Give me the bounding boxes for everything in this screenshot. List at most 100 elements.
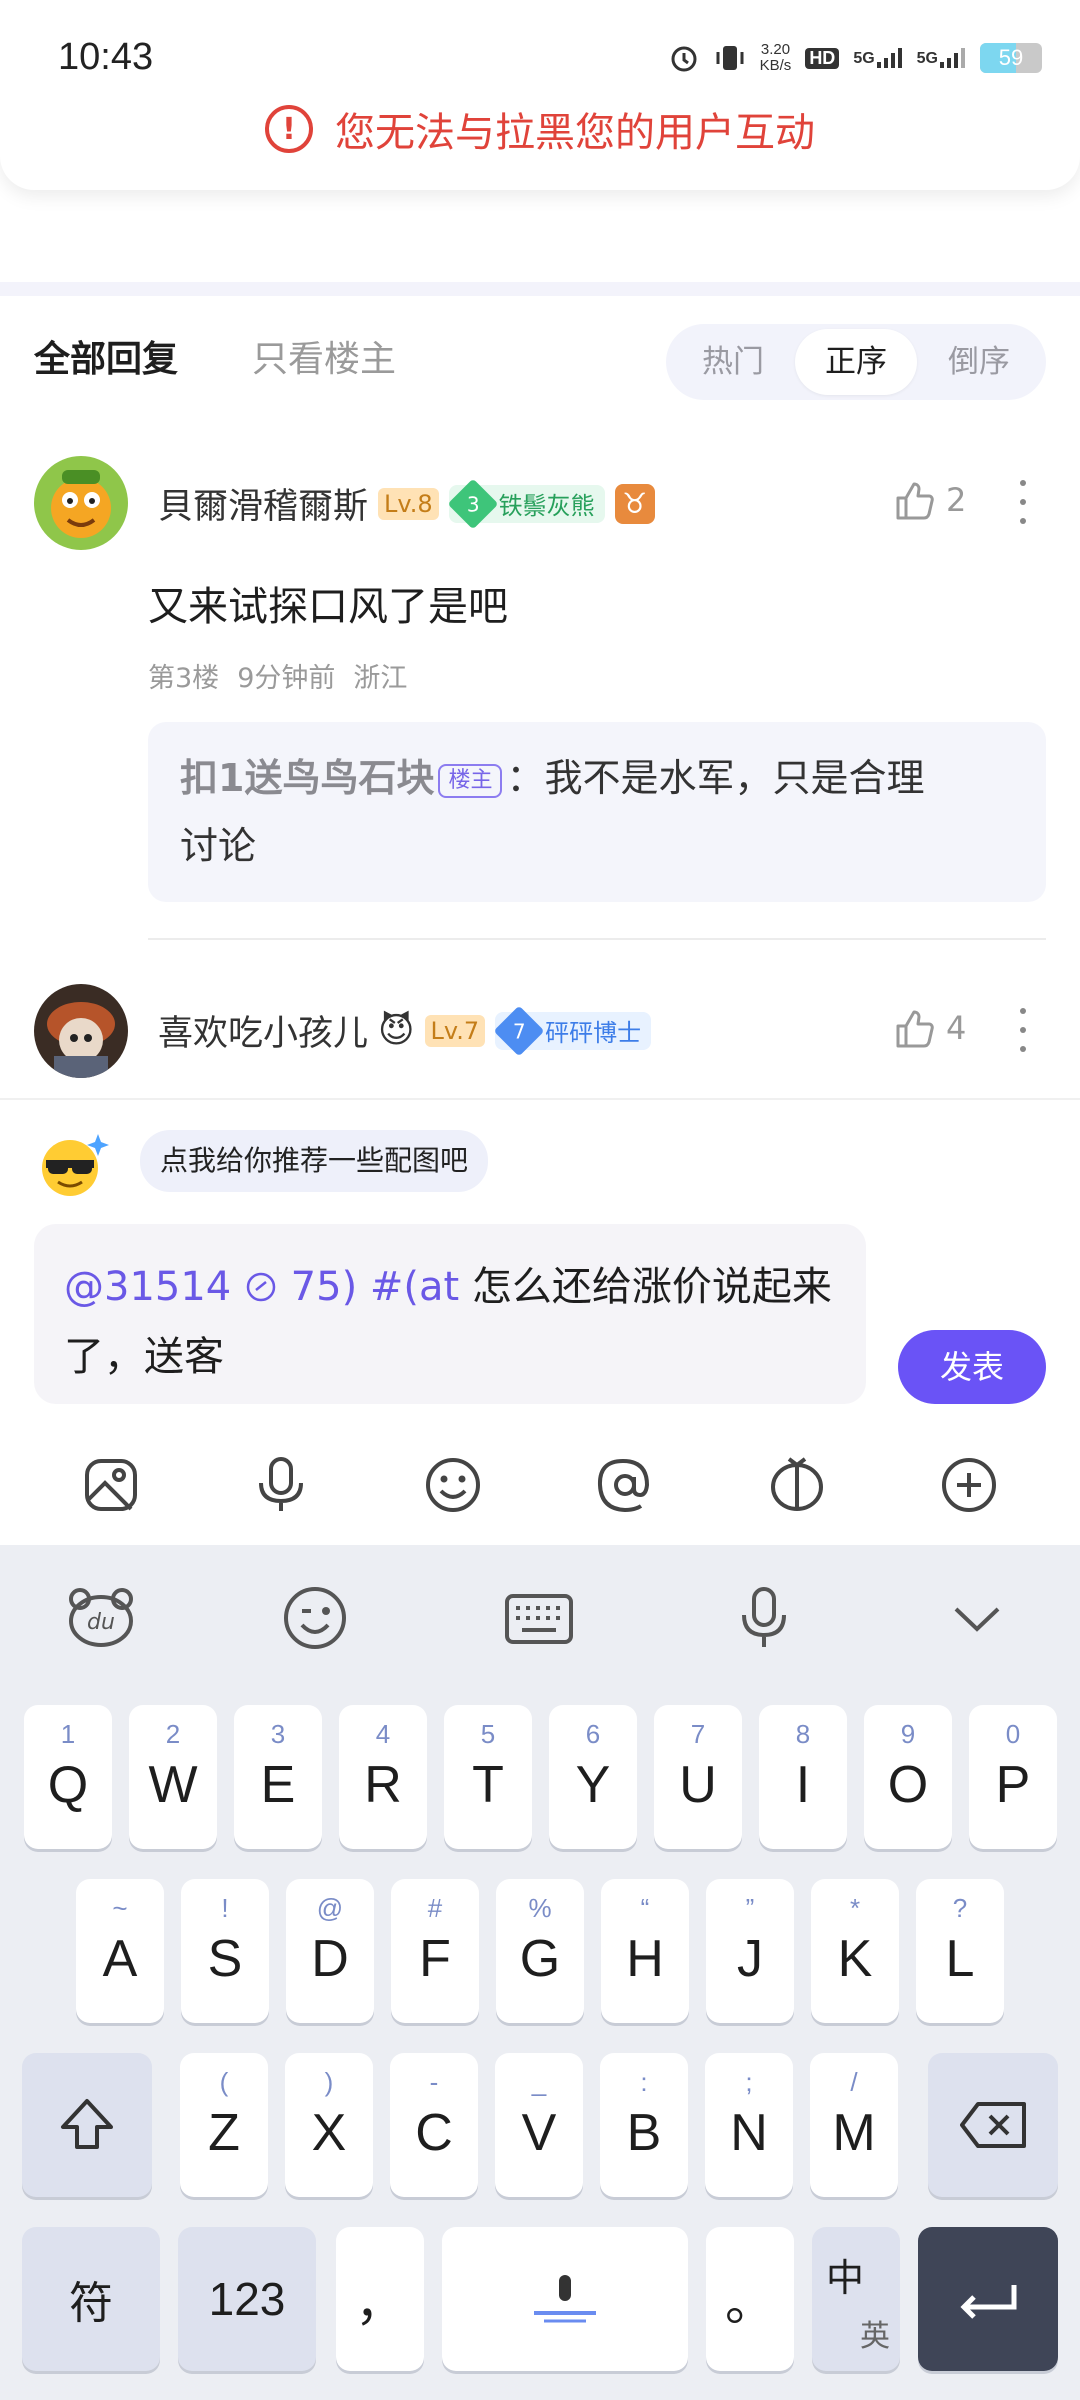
- suggest-bubble[interactable]: 点我给你推荐一些配图吧: [140, 1130, 489, 1192]
- soft-keyboard: du 1Q2W3E4R5T6Y7U8I9O0P ~ A! S @ D # F% G “H” J * K…: [0, 1545, 1080, 2400]
- key-a[interactable]: ~ A: [76, 1879, 164, 2023]
- number-key[interactable]: 123: [178, 2227, 316, 2371]
- key-m[interactable]: / M: [810, 2053, 898, 2197]
- sort-descending[interactable]: 倒序: [918, 329, 1040, 395]
- wink-emoji-icon[interactable]: [282, 1585, 348, 1655]
- fan-medal: 3 铁鬃灰熊: [447, 478, 605, 529]
- key-hint: ): [324, 2067, 334, 2097]
- key-label: G: [519, 1930, 561, 1988]
- key-r[interactable]: 4R: [339, 1705, 427, 1849]
- key-label: W: [148, 1756, 198, 1814]
- send-button[interactable]: 发表: [898, 1330, 1046, 1404]
- key-hint: 1: [60, 1719, 76, 1749]
- space-key[interactable]: [442, 2227, 688, 2371]
- sunglasses-emoji-icon[interactable]: [36, 1130, 112, 1200]
- mention-at-icon[interactable]: [590, 1450, 660, 1520]
- like-button[interactable]: 2: [892, 478, 966, 522]
- more-options-icon[interactable]: [1018, 480, 1028, 524]
- signal-5g-1: 5G: [853, 48, 902, 68]
- toast-banner: 10:43 3.20 KB/s HD 5G 5G 59 ! 您无法与拉黑您的用户互…: [0, 0, 1080, 190]
- key-label: U: [679, 1756, 717, 1814]
- key-hint: 9: [900, 1719, 916, 1749]
- quoted-username[interactable]: 扣1送鸟鸟石块: [180, 756, 434, 800]
- key-hint: “: [640, 1893, 650, 1923]
- enter-icon: [960, 2285, 1017, 2319]
- key-k[interactable]: * K: [811, 1879, 899, 2023]
- key-p[interactable]: 0P: [969, 1705, 1057, 1849]
- key-v[interactable]: _ V: [495, 2053, 583, 2197]
- key-f[interactable]: # F: [391, 1879, 479, 2023]
- period-key[interactable]: 。: [706, 2227, 794, 2371]
- error-icon: !: [265, 105, 313, 153]
- sort-ascending[interactable]: 正序: [795, 329, 917, 395]
- key-l[interactable]: ? L: [916, 1879, 1004, 2023]
- key-hint: _: [531, 2067, 547, 2097]
- vibrate-icon: [716, 46, 744, 70]
- key-d[interactable]: @ D: [286, 1879, 374, 2023]
- key-label: P: [995, 1756, 1031, 1814]
- key-h[interactable]: “H: [601, 1879, 689, 2023]
- key-hint: !: [221, 1893, 229, 1923]
- key-o[interactable]: 9O: [864, 1705, 952, 1849]
- key-q[interactable]: 1Q: [24, 1705, 112, 1849]
- emoji-icon[interactable]: [418, 1450, 488, 1520]
- key-label: V: [521, 2104, 557, 2162]
- status-time: 10:43: [58, 36, 154, 78]
- key-hint: -: [429, 2067, 439, 2097]
- symbols-key[interactable]: 符: [22, 2227, 160, 2371]
- tv-sticker-icon[interactable]: [762, 1450, 832, 1520]
- tab-all-replies[interactable]: 全部回复: [34, 330, 178, 382]
- key-z[interactable]: (Z: [180, 2053, 268, 2197]
- avatar[interactable]: [34, 984, 128, 1078]
- toast-text: 您无法与拉黑您的用户互动: [335, 110, 815, 156]
- thumb-up-icon: [896, 482, 934, 520]
- key-t[interactable]: 5T: [444, 1705, 532, 1849]
- key-label: I: [795, 1756, 811, 1814]
- section-divider: [0, 282, 1080, 296]
- voice-icon[interactable]: [736, 1585, 792, 1655]
- comment-username[interactable]: 貝爾滑稽爾斯 Lv.8 3 铁鬃灰熊 ♉: [158, 478, 655, 529]
- avatar[interactable]: [34, 456, 128, 550]
- enter-key[interactable]: [918, 2227, 1058, 2371]
- sort-hot[interactable]: 热门: [672, 329, 794, 395]
- backspace-icon: [960, 2102, 1026, 2148]
- comment-input[interactable]: @31514 75) #(at 怎么还给涨价说起来 了，送客: [34, 1224, 866, 1404]
- alarm-icon: [671, 46, 697, 72]
- svg-text:du: du: [87, 1610, 115, 1635]
- comment-username[interactable]: 喜欢吃小孩儿 😈 Lv.7 7 砰砰博士: [158, 1005, 652, 1056]
- chevron-down-icon[interactable]: [952, 1603, 1002, 1637]
- du-logo-icon[interactable]: du: [66, 1585, 136, 1653]
- shift-key[interactable]: [22, 2053, 152, 2197]
- key-b[interactable]: :B: [600, 2053, 688, 2197]
- more-options-icon[interactable]: [1018, 1008, 1028, 1052]
- key-label: J: [737, 1930, 763, 1988]
- key-x[interactable]: ) X: [285, 2053, 373, 2197]
- key-hint: :: [640, 2067, 648, 2097]
- key-g[interactable]: % G: [496, 1879, 584, 2023]
- language-toggle-key[interactable]: 中 英: [812, 2227, 900, 2371]
- space-mic-icon: [534, 2275, 596, 2323]
- tab-op-only[interactable]: 只看楼主: [252, 330, 396, 382]
- key-label: Y: [575, 1756, 611, 1814]
- key-e[interactable]: 3E: [234, 1705, 322, 1849]
- keyboard-icon[interactable]: [504, 1593, 574, 1649]
- key-w[interactable]: 2W: [129, 1705, 217, 1849]
- key-c[interactable]: -C: [390, 2053, 478, 2197]
- reply-tabs: 全部回复 只看楼主 热门 正序 倒序: [0, 300, 1080, 420]
- comma-key[interactable]: ，: [336, 2227, 424, 2371]
- key-u[interactable]: 7U: [654, 1705, 742, 1849]
- key-y[interactable]: 6Y: [549, 1705, 637, 1849]
- key-s[interactable]: ! S: [181, 1879, 269, 2023]
- level-badge: Lv.8: [378, 487, 439, 520]
- key-n[interactable]: ; N: [705, 2053, 793, 2197]
- comment-meta: 第3楼 9分钟前 浙江: [148, 663, 408, 694]
- image-icon[interactable]: [76, 1450, 146, 1520]
- microphone-icon[interactable]: [246, 1450, 316, 1520]
- key-label: S: [207, 1930, 243, 1988]
- like-button[interactable]: 4: [892, 1006, 966, 1050]
- key-j[interactable]: ” J: [706, 1879, 794, 2023]
- plus-icon[interactable]: [934, 1450, 1004, 1520]
- backspace-key[interactable]: [928, 2053, 1058, 2197]
- key-i[interactable]: 8I: [759, 1705, 847, 1849]
- quoted-reply[interactable]: 扣1送鸟鸟石块 楼主 ：我不是水军，只是合理 讨论: [148, 722, 1046, 902]
